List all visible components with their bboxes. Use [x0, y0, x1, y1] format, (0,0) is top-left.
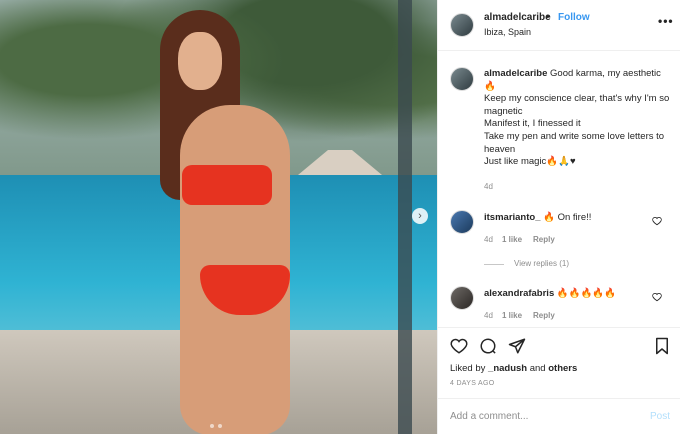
- bookmark-icon[interactable]: [653, 337, 671, 355]
- comment-text: 🔥 On fire!!: [543, 212, 592, 223]
- caption-line: Keep my conscience clear, that's why I'm…: [484, 93, 670, 117]
- person-figure: [140, 10, 310, 434]
- heart-icon[interactable]: [450, 337, 468, 355]
- caption-line: Take my pen and write some love letters …: [484, 130, 665, 155]
- caption-line: Manifest it, I finessed it: [484, 118, 581, 130]
- location-link[interactable]: Ibiza, Spain: [484, 27, 531, 37]
- header-username[interactable]: almadelcaribe: [484, 12, 551, 23]
- pole-shape: [398, 0, 412, 434]
- comment-likes[interactable]: 1 like: [502, 311, 522, 320]
- comment-age[interactable]: 4d: [484, 235, 493, 244]
- separator-dot: •: [546, 12, 550, 23]
- comment-username[interactable]: alexandrafabris: [484, 288, 554, 299]
- caption-line: Just like magic🔥🙏♥: [484, 156, 576, 168]
- comment-username[interactable]: itsmarianto_: [484, 212, 541, 223]
- comment-avatar[interactable]: [450, 286, 474, 310]
- side-panel: almadelcaribe • Follow Ibiza, Spain ••• …: [437, 0, 680, 434]
- carousel-dot: [210, 424, 214, 428]
- reply-button[interactable]: Reply: [533, 311, 555, 320]
- add-comment-bar: Add a comment... Post: [438, 398, 680, 436]
- likes-conj: and: [529, 363, 546, 374]
- post-header: almadelcaribe • Follow Ibiza, Spain •••: [438, 0, 680, 51]
- swimsuit-top-shape: [182, 165, 272, 205]
- comment-likes[interactable]: 1 like: [502, 235, 522, 244]
- comment: itsmarianto_ 🔥 On fire!!: [484, 212, 654, 223]
- likes-prefix: Liked by: [450, 363, 486, 374]
- comment: alexandrafabris 🔥🔥🔥🔥🔥: [484, 288, 654, 299]
- likes-summary: Liked by _nadush and others: [450, 363, 577, 374]
- follow-button[interactable]: Follow: [558, 12, 590, 23]
- avatar[interactable]: [450, 13, 474, 37]
- liked-by-user[interactable]: _nadush: [488, 363, 527, 374]
- share-icon[interactable]: [508, 337, 526, 355]
- instagram-post: › almadelcaribe • Follow Ibiza, Spain ••…: [0, 0, 680, 434]
- comment-avatar[interactable]: [450, 210, 474, 234]
- face-shape: [178, 32, 222, 90]
- add-comment-input[interactable]: Add a comment...: [450, 411, 528, 422]
- post-comment-button[interactable]: Post: [650, 411, 670, 422]
- heart-icon[interactable]: [652, 292, 662, 302]
- heart-icon[interactable]: [652, 216, 662, 226]
- caption-age[interactable]: 4d: [484, 182, 493, 191]
- comment-age[interactable]: 4d: [484, 311, 493, 320]
- likes-others-link[interactable]: others: [548, 363, 577, 374]
- caption-avatar[interactable]: [450, 67, 474, 91]
- post-timestamp[interactable]: 4 DAYS AGO: [450, 380, 495, 387]
- post-photo[interactable]: ›: [0, 0, 437, 434]
- comment-icon[interactable]: [479, 337, 497, 355]
- action-bar: Liked by _nadush and others 4 DAYS AGO A…: [438, 327, 680, 431]
- replies-divider: [484, 264, 504, 265]
- caption: almadelcaribe Good karma, my aesthetic 🔥…: [484, 68, 674, 169]
- more-horizontal-icon[interactable]: •••: [658, 14, 674, 28]
- carousel-dot: [218, 424, 222, 428]
- next-arrow-icon[interactable]: ›: [412, 208, 428, 224]
- caption-username[interactable]: almadelcaribe: [484, 68, 547, 79]
- reply-button[interactable]: Reply: [533, 235, 555, 244]
- comment-text: 🔥🔥🔥🔥🔥: [556, 288, 617, 299]
- view-replies-button[interactable]: View replies (1): [514, 259, 569, 268]
